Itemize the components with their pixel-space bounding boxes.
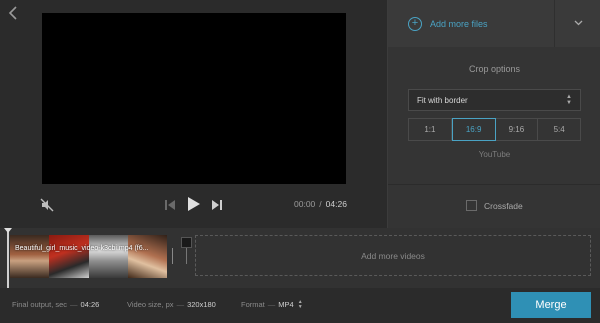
transition-slot[interactable]	[181, 237, 192, 248]
current-time: 00:00	[294, 199, 316, 209]
total-time: 04:26	[325, 199, 347, 209]
select-arrows-icon: ▲ ▼	[566, 94, 572, 106]
transition-line	[186, 248, 187, 264]
add-more-videos-dropzone[interactable]: Add more videos	[195, 235, 591, 276]
add-more-files-button[interactable]: + Add more files	[388, 0, 554, 47]
panel-divider	[388, 184, 600, 185]
video-preview[interactable]	[42, 13, 346, 184]
playhead[interactable]	[4, 228, 12, 288]
video-size-value: 320x180	[187, 300, 216, 309]
clip-name: Beautiful_girl_music_video-k3cbi.mp4 (f6…	[15, 245, 149, 252]
crossfade-checkbox[interactable]	[466, 200, 477, 211]
timeline: Beautiful_girl_music_video-k3cbi.mp4 (f6…	[0, 228, 600, 288]
chevron-down-icon	[574, 20, 583, 26]
back-chevron-icon[interactable]	[8, 6, 22, 22]
crossfade-label: Crossfade	[484, 200, 523, 211]
ratio-9-16-button[interactable]: 9:16	[496, 119, 539, 140]
clip-frame	[10, 235, 50, 278]
mute-icon[interactable]	[40, 198, 54, 212]
preview-area: 00:00/04:26	[0, 0, 387, 228]
clip-frame	[127, 235, 167, 278]
add-files-dropdown-button[interactable]	[554, 0, 600, 47]
previous-icon[interactable]	[164, 198, 176, 210]
next-icon[interactable]	[211, 198, 223, 210]
crossfade-toggle[interactable]: Crossfade	[466, 200, 523, 211]
final-output-value: 04:26	[80, 300, 100, 309]
format-label: Format	[241, 300, 265, 309]
time-display: 00:00/04:26	[294, 199, 347, 209]
clip-frame	[88, 235, 128, 278]
video-size-label: Video size, px	[127, 300, 174, 309]
format-selector[interactable]: Format — MP4 ▲ ▼	[241, 300, 303, 310]
clip-trim-handle[interactable]	[172, 248, 173, 264]
format-value: MP4	[278, 300, 294, 309]
video-clip[interactable]: Beautiful_girl_music_video-k3cbi.mp4 (f6…	[10, 235, 167, 278]
final-output-info: Final output, sec —04:26	[12, 300, 100, 309]
ratio-5-4-button[interactable]: 5:4	[538, 119, 580, 140]
aspect-ratio-group: 1:1 16:9 9:16 5:4	[408, 118, 581, 141]
ratio-16-9-button[interactable]: 16:9	[451, 118, 496, 141]
final-output-label: Final output, sec	[12, 300, 68, 309]
clip-frame	[49, 235, 89, 278]
add-more-files-label: Add more files	[430, 18, 488, 29]
options-panel: + Add more files Crop options Fit with b…	[387, 0, 600, 228]
crop-mode-select[interactable]: Fit with border ▲ ▼	[408, 89, 581, 111]
merge-button[interactable]: Merge	[511, 292, 591, 318]
clip-thumbnails	[10, 235, 167, 278]
time-separator: /	[319, 199, 322, 209]
format-arrows-icon: ▲ ▼	[297, 299, 303, 311]
crop-mode-value: Fit with border	[417, 96, 468, 105]
play-icon[interactable]	[187, 196, 201, 212]
plus-circle-icon: +	[408, 16, 422, 31]
ratio-1-1-button[interactable]: 1:1	[409, 119, 452, 140]
player-controls: 00:00/04:26	[0, 190, 387, 220]
ratio-preset-note: YouTube	[478, 150, 511, 159]
crop-options-title: Crop options	[468, 64, 521, 74]
video-size-info: Video size, px —320x180	[127, 300, 216, 309]
bottom-bar: Final output, sec —04:26 Video size, px —3…	[0, 288, 600, 323]
